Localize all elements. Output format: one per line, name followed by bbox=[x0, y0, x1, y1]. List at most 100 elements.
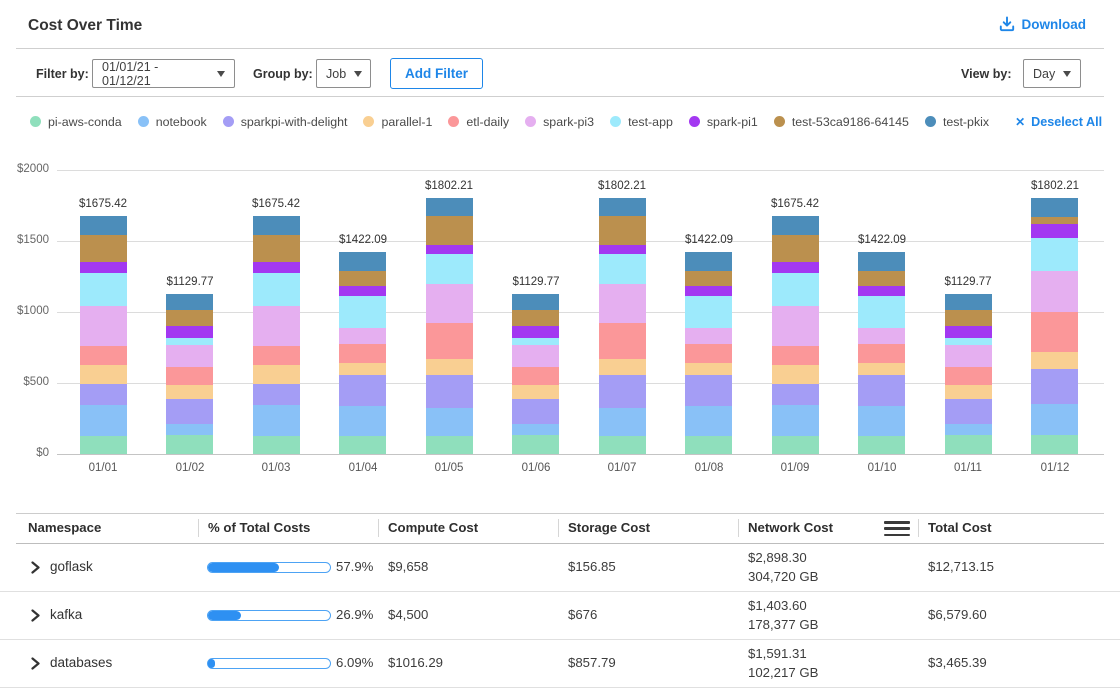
bar-segment-etl-daily[interactable] bbox=[858, 344, 905, 363]
view-by-select[interactable]: Day bbox=[1023, 59, 1081, 88]
bar-segment-test-app[interactable] bbox=[1031, 238, 1078, 271]
bar-segment-etl-daily[interactable] bbox=[512, 367, 559, 385]
bar-segment-test-app[interactable] bbox=[166, 338, 213, 345]
legend-item-sparkpi-with-delight[interactable]: sparkpi-with-delight bbox=[223, 115, 348, 129]
bar-segment-test-pkix[interactable] bbox=[858, 252, 905, 271]
bar-segment-parallel-1[interactable] bbox=[426, 359, 473, 375]
bar-segment-spark-pi3[interactable] bbox=[339, 328, 386, 344]
bar-segment-test-pkix[interactable] bbox=[772, 216, 819, 235]
bar-segment-sparkpi-with-delight[interactable] bbox=[858, 375, 905, 406]
chevron-right-icon[interactable] bbox=[30, 609, 41, 627]
bar-segment-pi-aws-conda[interactable] bbox=[166, 435, 213, 454]
bar-segment-parallel-1[interactable] bbox=[1031, 352, 1078, 369]
bar-segment-test-app[interactable] bbox=[599, 254, 646, 284]
bar-segment-spark-pi3[interactable] bbox=[426, 284, 473, 323]
bar-segment-test-app[interactable] bbox=[858, 296, 905, 328]
bar-segment-notebook[interactable] bbox=[945, 424, 992, 435]
group-by-select[interactable]: Job bbox=[316, 59, 371, 88]
legend-item-spark-pi1[interactable]: spark-pi1 bbox=[689, 115, 758, 129]
bar-segment-test-pkix[interactable] bbox=[166, 294, 213, 310]
bar-segment-test-53ca9186-64145[interactable] bbox=[339, 271, 386, 286]
bar-segment-sparkpi-with-delight[interactable] bbox=[685, 375, 732, 406]
bar-segment-etl-daily[interactable] bbox=[945, 367, 992, 385]
bar-segment-test-pkix[interactable] bbox=[512, 294, 559, 310]
bar-segment-spark-pi3[interactable] bbox=[253, 306, 300, 346]
bar-segment-test-pkix[interactable] bbox=[945, 294, 992, 310]
bar-segment-sparkpi-with-delight[interactable] bbox=[426, 375, 473, 408]
bar-segment-pi-aws-conda[interactable] bbox=[253, 436, 300, 454]
bar-segment-sparkpi-with-delight[interactable] bbox=[1031, 369, 1078, 404]
legend-item-notebook[interactable]: notebook bbox=[138, 115, 207, 129]
bar-segment-test-app[interactable] bbox=[339, 296, 386, 328]
bar-segment-test-53ca9186-64145[interactable] bbox=[166, 310, 213, 326]
bar-segment-spark-pi1[interactable] bbox=[166, 326, 213, 338]
table-row[interactable]: databases6.09%$1016.29$857.79$1,591.3110… bbox=[0, 639, 1120, 688]
table-row[interactable]: goflask57.9%$9,658$156.85$2,898.30304,72… bbox=[0, 543, 1120, 592]
bar-segment-spark-pi3[interactable] bbox=[599, 284, 646, 323]
bar-segment-parallel-1[interactable] bbox=[512, 385, 559, 399]
bar-segment-pi-aws-conda[interactable] bbox=[339, 436, 386, 454]
bar-segment-spark-pi3[interactable] bbox=[858, 328, 905, 344]
bar-segment-etl-daily[interactable] bbox=[339, 344, 386, 363]
bar-segment-etl-daily[interactable] bbox=[599, 323, 646, 359]
bar-segment-notebook[interactable] bbox=[858, 406, 905, 436]
bar-segment-test-app[interactable] bbox=[772, 273, 819, 306]
legend-item-test-pkix[interactable]: test-pkix bbox=[925, 115, 989, 129]
bar-segment-spark-pi1[interactable] bbox=[426, 245, 473, 254]
bar-segment-spark-pi1[interactable] bbox=[599, 245, 646, 254]
bar-segment-test-app[interactable] bbox=[426, 254, 473, 284]
bar-segment-spark-pi1[interactable] bbox=[80, 262, 127, 273]
bar-segment-spark-pi1[interactable] bbox=[685, 286, 732, 296]
bar-segment-pi-aws-conda[interactable] bbox=[1031, 435, 1078, 454]
bar-segment-etl-daily[interactable] bbox=[685, 344, 732, 363]
bar-segment-test-pkix[interactable] bbox=[80, 216, 127, 235]
add-filter-button[interactable]: Add Filter bbox=[390, 58, 483, 89]
bar-segment-spark-pi3[interactable] bbox=[772, 306, 819, 346]
bar-segment-parallel-1[interactable] bbox=[80, 365, 127, 384]
bar-segment-parallel-1[interactable] bbox=[772, 365, 819, 384]
chevron-right-icon[interactable] bbox=[30, 561, 41, 579]
bar-segment-pi-aws-conda[interactable] bbox=[80, 436, 127, 454]
deselect-all-button[interactable]: ✕ Deselect All bbox=[1015, 115, 1102, 129]
bar-segment-spark-pi1[interactable] bbox=[253, 262, 300, 273]
chevron-right-icon[interactable] bbox=[30, 657, 41, 675]
bar-segment-test-pkix[interactable] bbox=[1031, 198, 1078, 217]
bar-segment-notebook[interactable] bbox=[253, 405, 300, 436]
bar-segment-etl-daily[interactable] bbox=[772, 346, 819, 365]
bar-segment-spark-pi1[interactable] bbox=[339, 286, 386, 296]
bar-segment-spark-pi1[interactable] bbox=[858, 286, 905, 296]
bar-segment-test-pkix[interactable] bbox=[685, 252, 732, 271]
bar-segment-test-app[interactable] bbox=[253, 273, 300, 306]
bar-segment-spark-pi1[interactable] bbox=[512, 326, 559, 338]
bar-segment-test-53ca9186-64145[interactable] bbox=[426, 216, 473, 245]
bar-segment-sparkpi-with-delight[interactable] bbox=[166, 399, 213, 424]
bar-segment-test-app[interactable] bbox=[945, 338, 992, 345]
table-row[interactable]: kafka26.9%$4,500$676$1,403.60178,377 GB$… bbox=[0, 591, 1120, 640]
bar-segment-test-app[interactable] bbox=[512, 338, 559, 345]
bar-segment-test-53ca9186-64145[interactable] bbox=[512, 310, 559, 326]
legend-item-etl-daily[interactable]: etl-daily bbox=[448, 115, 509, 129]
bar-segment-parallel-1[interactable] bbox=[166, 385, 213, 399]
bar-segment-pi-aws-conda[interactable] bbox=[772, 436, 819, 454]
bar-segment-notebook[interactable] bbox=[426, 408, 473, 436]
bar-segment-notebook[interactable] bbox=[166, 424, 213, 435]
bar-segment-notebook[interactable] bbox=[1031, 404, 1078, 435]
bar-segment-parallel-1[interactable] bbox=[599, 359, 646, 375]
bar-segment-test-53ca9186-64145[interactable] bbox=[685, 271, 732, 286]
bar-segment-notebook[interactable] bbox=[339, 406, 386, 436]
legend-item-spark-pi3[interactable]: spark-pi3 bbox=[525, 115, 594, 129]
bar-segment-sparkpi-with-delight[interactable] bbox=[512, 399, 559, 424]
bar-segment-parallel-1[interactable] bbox=[339, 363, 386, 375]
bar-segment-parallel-1[interactable] bbox=[685, 363, 732, 375]
bar-segment-test-53ca9186-64145[interactable] bbox=[1031, 217, 1078, 224]
bar-segment-etl-daily[interactable] bbox=[426, 323, 473, 359]
bar-segment-test-53ca9186-64145[interactable] bbox=[80, 235, 127, 262]
bar-segment-sparkpi-with-delight[interactable] bbox=[945, 399, 992, 424]
legend-item-test-app[interactable]: test-app bbox=[610, 115, 673, 129]
menu-icon[interactable] bbox=[884, 521, 910, 537]
bar-segment-sparkpi-with-delight[interactable] bbox=[253, 384, 300, 405]
bar-segment-spark-pi3[interactable] bbox=[1031, 271, 1078, 312]
bar-segment-pi-aws-conda[interactable] bbox=[426, 436, 473, 454]
bar-segment-spark-pi3[interactable] bbox=[685, 328, 732, 344]
bar-segment-notebook[interactable] bbox=[772, 405, 819, 436]
